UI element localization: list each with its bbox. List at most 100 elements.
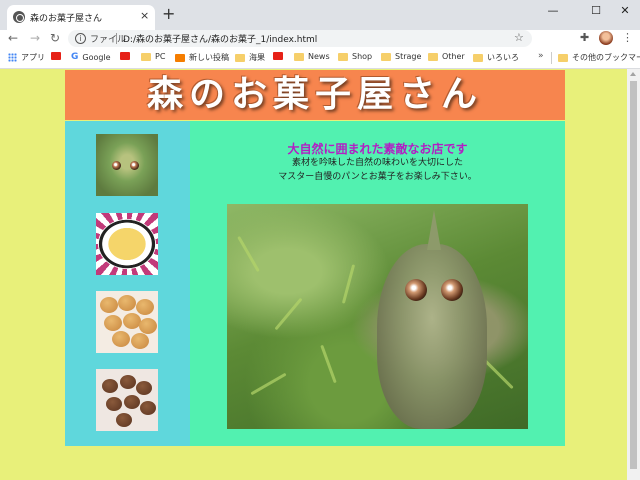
bookmark-google[interactable]: G Google [71,52,111,62]
creature-in-greenery-photo [227,204,528,429]
profile-avatar[interactable] [599,31,613,45]
cookie [136,299,154,315]
tab-close-icon[interactable]: × [140,9,149,23]
folder-icon [338,52,348,61]
omelette-plate-thumbnail[interactable] [96,213,158,275]
bookmarks-bar: アプリ G Google PC 新しい投稿 海果 News Shop Strage… [0,47,640,69]
minimize-button[interactable]: — [538,2,568,20]
forward-button[interactable]: → [30,31,40,45]
scrollbar-thumb[interactable] [630,81,637,469]
chocolate-cookies-thumbnail[interactable] [96,369,158,431]
reload-button[interactable]: ↻ [50,31,60,45]
cookie [100,297,118,313]
cookies-plate-thumbnail[interactable] [96,291,158,353]
omnibox-divider [116,33,117,44]
youtube-icon [273,52,283,60]
youtube-icon [51,52,61,60]
folder-icon [141,52,151,61]
leaf [320,344,337,384]
tab-title: 森のお菓子屋さん [30,14,103,24]
creature-horn [427,210,441,250]
info-icon[interactable]: i [75,33,86,44]
bookmark-star-icon[interactable]: ☆ [514,31,524,44]
site-title: 森のお菓子屋さん [146,74,483,115]
leaf [274,297,303,331]
cookie [106,397,122,411]
cookie [136,381,152,395]
bookmark-news[interactable]: News [294,52,330,61]
extensions-icon[interactable]: ✚ [580,31,589,44]
menu-icon[interactable]: ⋮ [622,31,633,44]
cookie [112,331,130,347]
bookmark-label: News [308,52,330,61]
browser-tab[interactable]: 森のお菓子屋さん × [7,5,155,30]
bookmark-label: Strage [395,52,422,61]
cookie [139,318,157,334]
cookie [140,401,156,415]
folder-icon [381,52,391,61]
bookmark-strage[interactable]: Strage [381,52,421,61]
creature-thumbnail[interactable] [96,134,158,196]
main-content: 大自然に囲まれた素敵なお店です 素材を吟味した自然の味わいを大切にした マスター… [190,121,565,446]
cookie [104,315,122,331]
bookmark-new-post[interactable]: 新しい投稿 [175,52,229,63]
bookmark-pc[interactable]: PC [141,52,165,61]
bookmark-apps[interactable]: アプリ [8,52,45,63]
blogger-icon [175,53,185,62]
folder-icon [558,53,568,62]
google-icon: G [71,52,79,62]
maximize-button[interactable]: ☐ [581,2,611,20]
bookmark-label: 海果 [249,53,265,62]
folder-icon [473,53,483,62]
creature-eye [405,279,427,301]
cookie [102,379,118,393]
bookmark-label: Other [442,52,465,61]
leaf [483,358,514,390]
bookmark-label: 新しい投稿 [189,53,229,62]
site-header: 森のお菓子屋さん [65,70,565,120]
vertical-scrollbar[interactable] [627,69,640,480]
bookmark-label: Shop [352,52,373,61]
other-bookmarks[interactable]: その他のブックマーク [558,52,640,63]
creature-eye [130,161,139,170]
bookmark-shop[interactable]: Shop [338,52,372,61]
bookmark-kaika[interactable]: 海果 [235,52,265,63]
bookmark-label: Google [82,52,111,62]
bookmark-youtube-3[interactable] [273,52,287,60]
security-label: ファイル [90,35,127,45]
creature-eye [441,279,463,301]
page-viewport: 森のお菓子屋さん 大自然に囲まれた素敵なお店です 素材を吟味した自然の味わいを大… [0,69,627,480]
url-text[interactable]: D:/森のお菓子屋さん/森のお菓子_1/index.html [123,32,317,45]
apps-icon [8,53,17,62]
bookmark-label: PC [155,52,166,61]
scroll-up-arrow-icon[interactable] [630,72,636,76]
folder-icon [235,53,245,62]
globe-icon [13,11,25,23]
bookmark-youtube-2[interactable] [120,52,134,60]
new-tab-button[interactable]: + [162,6,175,22]
bookmarks-overflow-button[interactable]: » [538,51,544,61]
sidebar [65,121,190,446]
plate [98,219,156,269]
cookie [120,375,136,389]
bookmark-youtube-1[interactable] [51,52,65,60]
bookmark-label: その他のブックマーク [572,53,640,62]
cookie [116,413,132,427]
browser-toolbar: ← → ↻ i ファイル D:/森のお菓子屋さん/森のお菓子_1/index.h… [0,30,640,47]
bookmark-label: いろいろ [487,53,519,62]
leaf [341,264,356,304]
cookie [118,295,136,311]
bookmark-iroiro[interactable]: いろいろ [473,52,519,63]
bookmark-other[interactable]: Other [428,52,465,61]
bookmark-label: アプリ [21,53,45,62]
creature-eye [112,161,121,170]
youtube-icon [120,52,130,60]
address-bar[interactable]: i ファイル D:/森のお菓子屋さん/森のお菓子_1/index.html ☆ [68,30,532,47]
cookie [124,395,140,409]
close-window-button[interactable]: ✕ [610,2,640,20]
back-button[interactable]: ← [8,31,18,45]
creature-figure [377,244,487,429]
browser-title-bar: 森のお菓子屋さん × + — ☐ ✕ [0,0,640,30]
folder-icon [428,52,438,61]
intro-text-line-1: 素材を吟味した自然の味わいを大切にした [291,158,463,168]
